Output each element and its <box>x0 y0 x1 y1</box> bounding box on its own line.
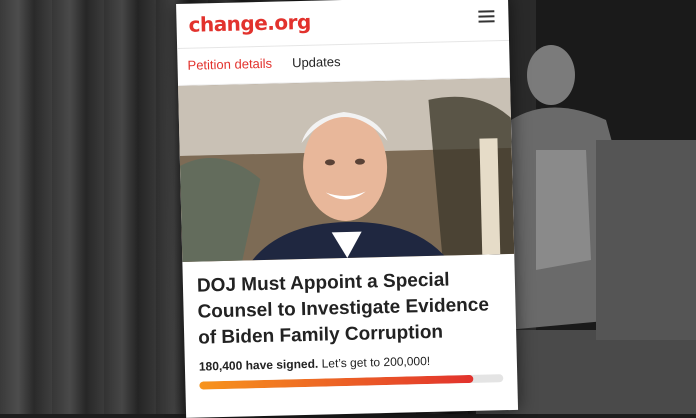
goal-text: Let’s get to 200,000! <box>321 353 431 371</box>
change-org-logo[interactable]: change.org <box>188 10 311 37</box>
petition-photo <box>178 77 515 262</box>
tab-petition-details[interactable]: Petition details <box>177 48 282 85</box>
hamburger-menu-icon[interactable] <box>478 10 495 23</box>
signed-count: 180,400 have signed. <box>198 356 319 374</box>
signature-progress-bar <box>199 374 504 390</box>
signature-count-line: 180,400 have signed. Let’s get to 200,00… <box>198 352 503 374</box>
petition-content: DOJ Must Appoint a Special Counsel to In… <box>182 254 517 390</box>
petition-title: DOJ Must Appoint a Special Counsel to In… <box>196 269 490 349</box>
tab-updates[interactable]: Updates <box>282 47 351 83</box>
signature-progress-fill <box>199 374 474 390</box>
phone-screen: change.org Petition details Updates DOJ … <box>176 0 519 418</box>
